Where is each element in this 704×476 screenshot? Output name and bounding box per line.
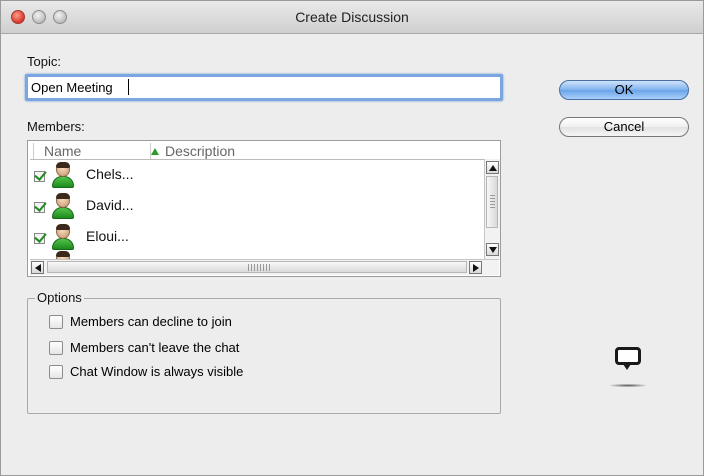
arrow-right-icon (473, 264, 479, 272)
cant-leave-chat-checkbox[interactable] (49, 341, 63, 355)
ok-button[interactable]: OK (559, 80, 689, 100)
scroll-left-button[interactable] (31, 261, 44, 274)
title-bar[interactable]: Create Discussion (1, 1, 703, 34)
user-avatar-icon (51, 193, 75, 220)
column-header-description[interactable]: Description (150, 143, 484, 159)
vertical-scroll-thumb[interactable] (486, 176, 498, 228)
window-always-visible-checkbox[interactable] (49, 365, 63, 379)
text-caret (128, 79, 129, 95)
option-label: Chat Window is always visible (70, 364, 244, 379)
member-checkbox[interactable] (34, 202, 45, 213)
member-checkbox[interactable] (34, 233, 45, 244)
scroll-up-button[interactable] (486, 161, 499, 174)
member-name: Eloui... (86, 228, 129, 244)
cancel-button[interactable]: Cancel (559, 117, 689, 137)
window-title: Create Discussion (295, 9, 409, 25)
option-label: Members can't leave the chat (70, 340, 240, 355)
arrow-left-icon (35, 264, 41, 272)
member-checkbox[interactable] (34, 171, 45, 182)
create-discussion-window: Create Discussion Topic: Open Meeting OK… (0, 0, 704, 476)
table-row[interactable]: Chels... (30, 160, 484, 190)
grip-icon (248, 264, 272, 271)
table-row[interactable]: David... (30, 191, 484, 221)
arrow-up-icon (489, 165, 497, 171)
table-row[interactable] (30, 251, 484, 259)
option-label: Members can decline to join (70, 314, 232, 329)
topic-input-value: Open Meeting (31, 80, 113, 95)
chat-bubble-icon (610, 347, 646, 387)
horizontal-scroll-thumb[interactable] (47, 261, 467, 273)
members-label: Members: (27, 119, 85, 134)
vertical-scrollbar[interactable] (484, 159, 500, 259)
grip-icon (490, 195, 495, 209)
decline-to-join-checkbox[interactable] (49, 315, 63, 329)
arrow-down-icon (489, 247, 497, 253)
user-avatar-icon (51, 162, 75, 189)
table-row[interactable]: Eloui... (30, 222, 484, 252)
user-avatar-icon (51, 224, 75, 251)
members-table-header: Name Description (30, 143, 484, 160)
members-table[interactable]: Name Description Chels... David... Eloui… (27, 140, 501, 277)
options-legend: Options (35, 290, 84, 305)
horizontal-scrollbar[interactable] (30, 259, 499, 275)
topic-label: Topic: (27, 54, 61, 69)
member-name: Chels... (86, 166, 134, 182)
column-header-name[interactable]: Name (33, 143, 149, 159)
user-avatar-icon (51, 251, 75, 259)
member-name: David... (86, 197, 134, 213)
scroll-down-button[interactable] (486, 243, 499, 256)
scroll-right-button[interactable] (469, 261, 482, 274)
